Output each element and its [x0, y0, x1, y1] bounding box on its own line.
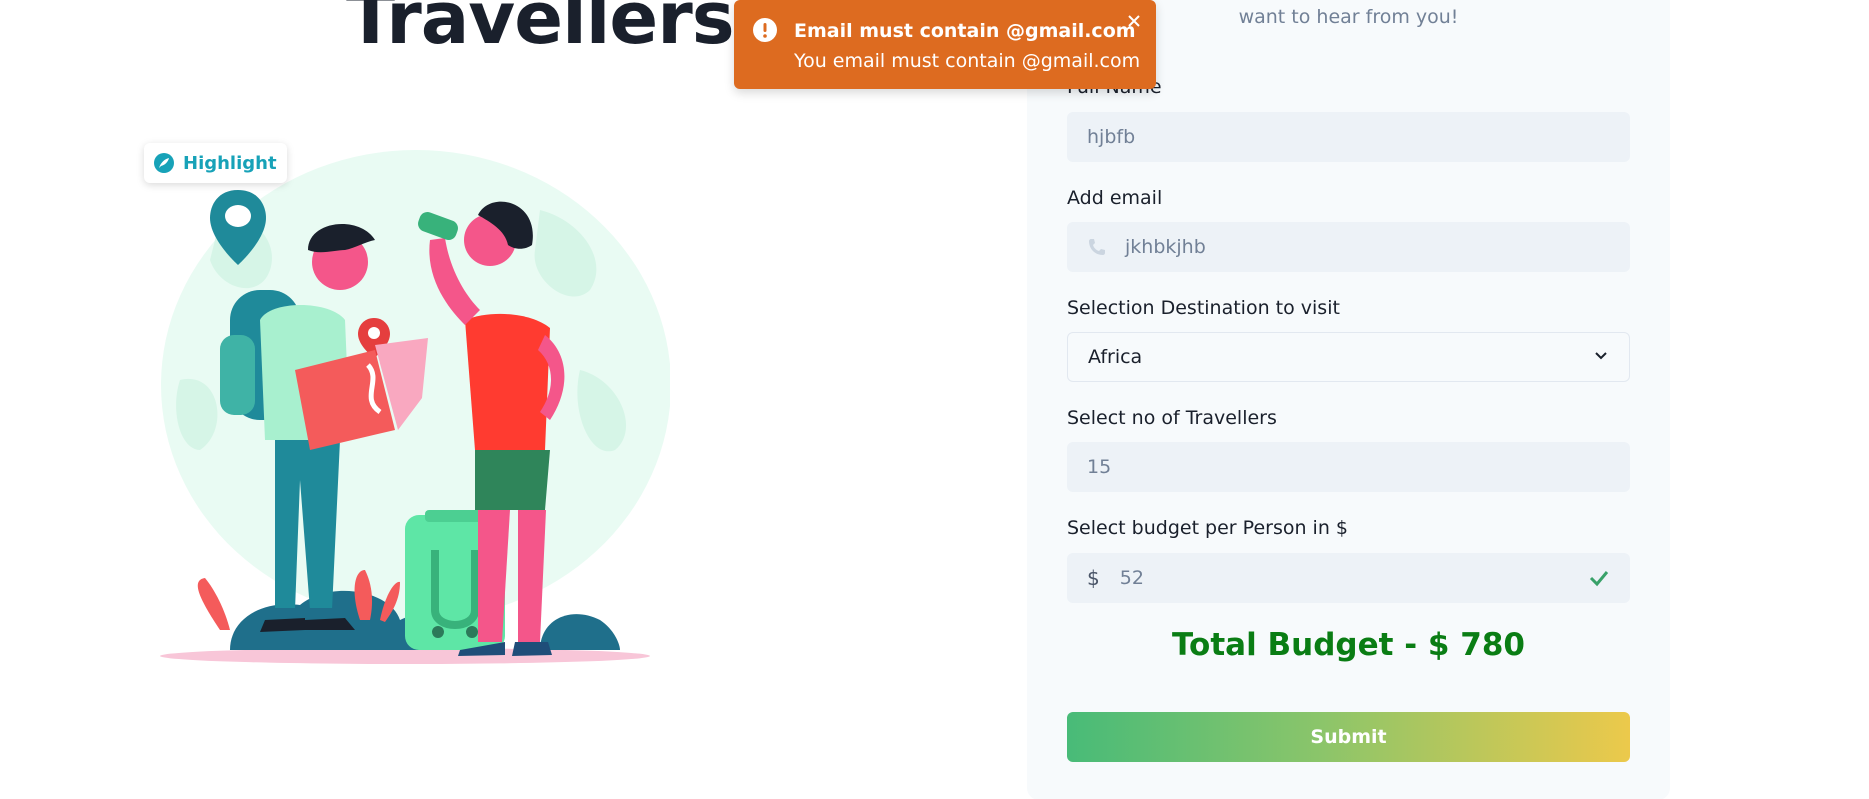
travellers-input[interactable]: 15 [1067, 442, 1630, 492]
destination-select[interactable]: Africa [1067, 332, 1630, 382]
travellers-label: Select no of Travellers [1067, 407, 1277, 429]
full-name-value: hjbfb [1087, 126, 1136, 148]
phone-icon [1087, 236, 1109, 258]
travellers-value: 15 [1087, 456, 1112, 478]
dollar-prefix: $ [1087, 566, 1100, 590]
submit-button[interactable]: Submit [1067, 712, 1630, 762]
chevron-down-icon [1593, 346, 1609, 368]
feather-icon [153, 152, 175, 174]
email-input[interactable]: jkhbkjhb [1067, 222, 1630, 272]
budget-input[interactable]: $ 52 [1067, 553, 1630, 603]
budget-label: Select budget per Person in $ [1067, 517, 1348, 539]
email-label: Add email [1067, 187, 1163, 209]
check-icon [1588, 567, 1610, 589]
destination-label: Selection Destination to visit [1067, 297, 1340, 319]
toast-title: Email must contain @gmail.com [794, 20, 1136, 42]
close-icon[interactable] [1123, 10, 1145, 32]
error-toast: Email must contain @gmail.com You email … [734, 0, 1156, 89]
total-budget: Total Budget - $ 780 [1172, 627, 1525, 663]
email-value: jkhbkjhb [1125, 236, 1206, 258]
highlight-badge[interactable]: Highlight [144, 143, 287, 183]
budget-value: 52 [1119, 567, 1144, 589]
travellers-illustration [160, 150, 670, 664]
highlight-label: Highlight [183, 152, 277, 174]
page-title: Travellers [346, 0, 735, 60]
toast-description: You email must contain @gmail.com [794, 50, 1141, 72]
warning-icon [753, 18, 777, 42]
destination-value: Africa [1088, 346, 1143, 368]
full-name-input[interactable]: hjbfb [1067, 112, 1630, 162]
